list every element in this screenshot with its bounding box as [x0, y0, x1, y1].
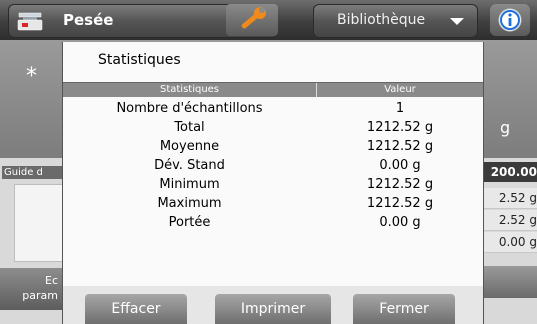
table-row: Dév. Stand 0.00 g — [63, 156, 483, 175]
right-bottom-button[interactable] — [482, 266, 537, 298]
stat-value: 0.00 g — [379, 158, 421, 173]
table-row: Moyenne 1212.52 g — [63, 137, 483, 156]
parameters-button-line2: param — [22, 289, 58, 302]
column-header-statistics: Statistiques — [63, 83, 317, 97]
dialog-title: Statistiques — [98, 52, 181, 68]
stat-value: 1212.52 g — [366, 196, 434, 211]
print-button[interactable]: Imprimer — [215, 294, 331, 324]
right-value-row: 2.52 g — [482, 210, 537, 231]
settings-wrench-button[interactable] — [226, 4, 278, 36]
wrench-icon — [241, 7, 266, 29]
parameters-button-line1: Ec — [45, 274, 58, 287]
stable-indicator: * — [26, 64, 37, 89]
library-label: Bibliothèque — [337, 12, 426, 28]
stat-label: Nombre d'échantillons — [116, 101, 263, 116]
clear-button[interactable]: Effacer — [85, 294, 187, 324]
right-value-row: 2.52 g — [482, 188, 537, 209]
guide-label: Guide d — [2, 166, 64, 179]
top-bar: Pesée Bibliothèque — [0, 0, 537, 40]
table-row: Maximum 1212.52 g — [63, 194, 483, 213]
right-values-column: 200.00 2.52 g 2.52 g 0.00 g — [482, 160, 537, 324]
stat-label: Portée — [168, 215, 211, 230]
stat-label: Minimum — [159, 177, 220, 192]
info-button[interactable] — [490, 4, 530, 36]
stat-label: Moyenne — [159, 139, 220, 154]
stat-label: Dév. Stand — [154, 158, 225, 173]
stat-label: Maximum — [157, 196, 222, 211]
stat-label: Total — [174, 120, 205, 135]
reference-value: 200.00 — [482, 162, 537, 182]
table-row: Portée 0.00 g — [63, 213, 483, 232]
left-info-box — [14, 184, 64, 262]
scale-icon — [17, 11, 43, 31]
stat-value: 1 — [395, 101, 405, 116]
parameters-button[interactable]: Ec param — [0, 268, 62, 310]
table-row: Total 1212.52 g — [63, 118, 483, 137]
stat-value: 1212.52 g — [366, 139, 434, 154]
close-button[interactable]: Fermer — [353, 294, 455, 324]
stat-value: 0.00 g — [379, 215, 421, 230]
statistics-dialog: Statistiques Statistiques Valeur Nombre … — [62, 42, 484, 324]
column-header-value: Valeur — [384, 84, 416, 95]
info-icon — [498, 8, 522, 32]
table-row: Minimum 1212.52 g — [63, 175, 483, 194]
right-value-row: 0.00 g — [482, 232, 537, 253]
stat-value: 1212.52 g — [366, 177, 434, 192]
table-header: Statistiques Valeur — [63, 82, 483, 97]
stat-value: 1212.52 g — [366, 120, 434, 135]
application-label: Pesée — [63, 11, 114, 29]
app-screen: Pesée Bibliothèque * g Guide d Ec param … — [0, 0, 537, 324]
library-selector[interactable]: Bibliothèque — [313, 4, 478, 38]
chevron-down-icon — [450, 18, 464, 25]
table-row: Nombre d'échantillons 1 — [63, 99, 483, 118]
weight-unit: g — [500, 118, 511, 137]
